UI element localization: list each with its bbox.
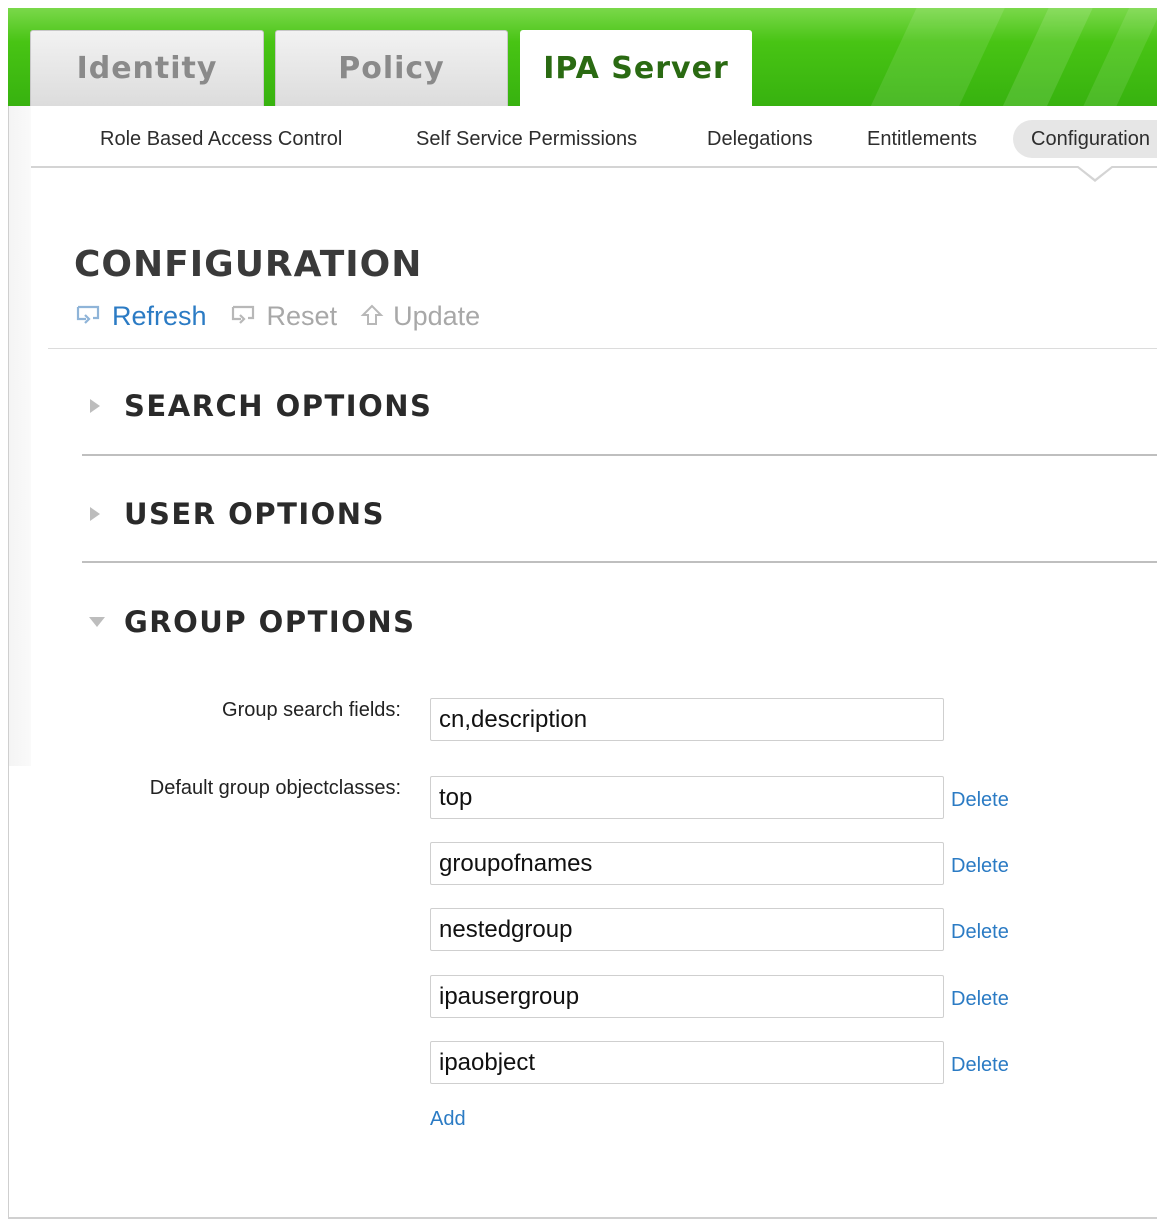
page-title: CONFIGURATION [74, 244, 423, 285]
update-arrow-icon [360, 304, 384, 325]
section-title: GROUP OPTIONS [124, 605, 416, 639]
triangle-down-icon [88, 615, 110, 629]
objectclass-input[interactable] [430, 776, 944, 819]
objectclass-input[interactable] [430, 1041, 944, 1084]
reset-icon [231, 305, 254, 324]
subnav-delegations[interactable]: Delegations [707, 120, 813, 158]
subnav-configuration[interactable]: Configuration [1013, 120, 1157, 158]
section-user-options[interactable]: USER OPTIONS [88, 494, 385, 534]
sub-navigation: Role Based Access Control Self Service P… [31, 106, 1157, 168]
tab-policy[interactable]: Policy [275, 30, 508, 106]
add-objectclass-link[interactable]: Add [430, 1108, 466, 1131]
group-search-fields-input[interactable] [430, 698, 944, 741]
delete-objectclass-link[interactable]: Delete [951, 855, 1009, 878]
section-divider [82, 561, 1157, 563]
refresh-button[interactable]: Refresh [74, 301, 207, 332]
section-title: USER OPTIONS [124, 497, 385, 531]
reset-label: Reset [266, 300, 338, 331]
reset-button[interactable]: Reset [229, 300, 338, 332]
section-group-options[interactable]: GROUP OPTIONS [88, 602, 415, 642]
header-divider [48, 348, 1157, 349]
tab-ipa-server[interactable]: IPA Server [520, 30, 752, 106]
subnav-self-service-permissions[interactable]: Self Service Permissions [416, 120, 637, 158]
refresh-label: Refresh [112, 300, 207, 331]
page-gutter [9, 106, 31, 766]
subnav-role-based-access-control[interactable]: Role Based Access Control [100, 120, 342, 158]
section-divider [82, 454, 1157, 456]
delete-objectclass-link[interactable]: Delete [951, 988, 1009, 1011]
delete-objectclass-link[interactable]: Delete [951, 921, 1009, 944]
objectclass-input[interactable] [430, 908, 944, 951]
refresh-icon [76, 305, 100, 324]
header-decoration [845, 8, 1011, 106]
subnav-entitlements[interactable]: Entitlements [867, 120, 977, 158]
objectclass-input[interactable] [430, 975, 944, 1018]
delete-objectclass-link[interactable]: Delete [951, 789, 1009, 812]
group-search-fields-label: Group search fields: [222, 699, 401, 721]
update-button[interactable]: Update [359, 301, 480, 332]
action-bar: Refresh Reset Update [74, 298, 502, 334]
section-search-options[interactable]: SEARCH OPTIONS [88, 386, 432, 426]
triangle-right-icon [88, 397, 110, 415]
update-label: Update [393, 300, 481, 331]
selected-subnav-pointer-fill [1077, 165, 1113, 179]
section-title: SEARCH OPTIONS [124, 389, 433, 423]
tab-identity[interactable]: Identity [30, 30, 264, 106]
default-group-objectclasses-label: Default group objectclasses: [149, 777, 401, 799]
triangle-right-icon [88, 505, 110, 523]
objectclass-input[interactable] [430, 842, 944, 885]
delete-objectclass-link[interactable]: Delete [951, 1054, 1009, 1077]
